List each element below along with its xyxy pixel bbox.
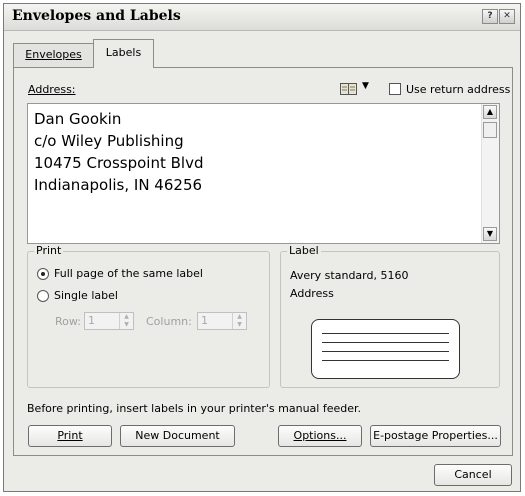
chevron-down-icon[interactable]: ▼ bbox=[362, 81, 369, 91]
envelopes-labels-dialog: Envelopes and Labels ? ✕ Envelopes Label… bbox=[3, 3, 521, 492]
title-bar: Envelopes and Labels ? ✕ bbox=[4, 4, 520, 31]
tab-labels-label: Labels bbox=[105, 46, 142, 59]
new-document-button[interactable]: New Document bbox=[120, 425, 235, 447]
single-label-radio[interactable] bbox=[37, 290, 49, 302]
label-group-title: Label bbox=[287, 244, 321, 257]
use-return-address-label: Use return address bbox=[406, 83, 511, 96]
print-group-title: Print bbox=[34, 244, 64, 257]
tab-envelopes-label: Envelopes bbox=[25, 48, 82, 61]
row-value: 1 bbox=[88, 314, 95, 327]
row-spinner[interactable]: 1 ▲ ▼ bbox=[84, 312, 134, 330]
row-spinner-arrows-icon[interactable]: ▲ ▼ bbox=[119, 313, 133, 329]
column-spinner[interactable]: 1 ▲ ▼ bbox=[197, 312, 247, 330]
new-document-button-label: New Document bbox=[135, 429, 220, 442]
epostage-properties-button[interactable]: E-postage Properties... bbox=[370, 425, 501, 447]
tab-envelopes[interactable]: Envelopes bbox=[13, 43, 94, 67]
options-button-label: Options... bbox=[293, 429, 347, 442]
options-button[interactable]: Options... bbox=[278, 425, 362, 447]
label-type: Address bbox=[290, 287, 334, 300]
address-text: Dan Gookin c/o Wiley Publishing 10475 Cr… bbox=[34, 108, 203, 196]
print-group: Print Full page of the same label Single… bbox=[27, 244, 270, 388]
preview-line bbox=[322, 351, 449, 352]
scroll-thumb[interactable] bbox=[483, 122, 497, 138]
preview-line bbox=[322, 360, 449, 361]
single-label-label: Single label bbox=[54, 289, 118, 302]
tab-labels[interactable]: Labels bbox=[93, 39, 154, 68]
label-product: Avery standard, 5160 bbox=[290, 269, 409, 282]
full-page-radio[interactable] bbox=[37, 268, 49, 280]
address-field[interactable]: Dan Gookin c/o Wiley Publishing 10475 Cr… bbox=[27, 103, 500, 244]
window-title: Envelopes and Labels bbox=[12, 8, 181, 24]
address-line: Dan Gookin bbox=[34, 110, 122, 128]
radio-selected-dot bbox=[41, 272, 45, 276]
address-line: c/o Wiley Publishing bbox=[34, 132, 184, 150]
address-book-icon[interactable] bbox=[340, 83, 357, 95]
scroll-up-icon[interactable]: ▲ bbox=[483, 105, 497, 119]
help-button[interactable]: ? bbox=[482, 9, 498, 24]
use-return-address-checkbox[interactable] bbox=[389, 83, 401, 95]
preview-line bbox=[322, 333, 449, 334]
address-label: Address: bbox=[28, 83, 76, 96]
print-button-label: Print bbox=[57, 429, 83, 442]
feeder-hint: Before printing, insert labels in your p… bbox=[27, 402, 362, 415]
address-line: 10475 Crosspoint Blvd bbox=[34, 154, 204, 172]
cancel-button-label: Cancel bbox=[454, 468, 492, 481]
column-value: 1 bbox=[201, 314, 208, 327]
row-label: Row: bbox=[55, 315, 81, 328]
label-preview-graphic[interactable] bbox=[311, 319, 460, 379]
column-spinner-arrows-icon[interactable]: ▲ ▼ bbox=[232, 313, 246, 329]
cancel-button[interactable]: Cancel bbox=[434, 464, 512, 486]
print-button[interactable]: Print bbox=[28, 425, 112, 447]
scroll-down-icon[interactable]: ▼ bbox=[483, 227, 497, 241]
column-label: Column: bbox=[146, 315, 192, 328]
full-page-label: Full page of the same label bbox=[54, 267, 203, 280]
address-line: Indianapolis, IN 46256 bbox=[34, 176, 203, 194]
address-scrollbar[interactable]: ▲ ▼ bbox=[481, 104, 499, 243]
epostage-button-label: E-postage Properties... bbox=[373, 429, 498, 442]
label-group[interactable]: Label Avery standard, 5160 Address bbox=[280, 244, 500, 388]
close-button[interactable]: ✕ bbox=[499, 9, 515, 24]
preview-line bbox=[322, 342, 449, 343]
labels-tab-panel: Address: ▼ Use return address Dan Gookin… bbox=[13, 67, 513, 456]
